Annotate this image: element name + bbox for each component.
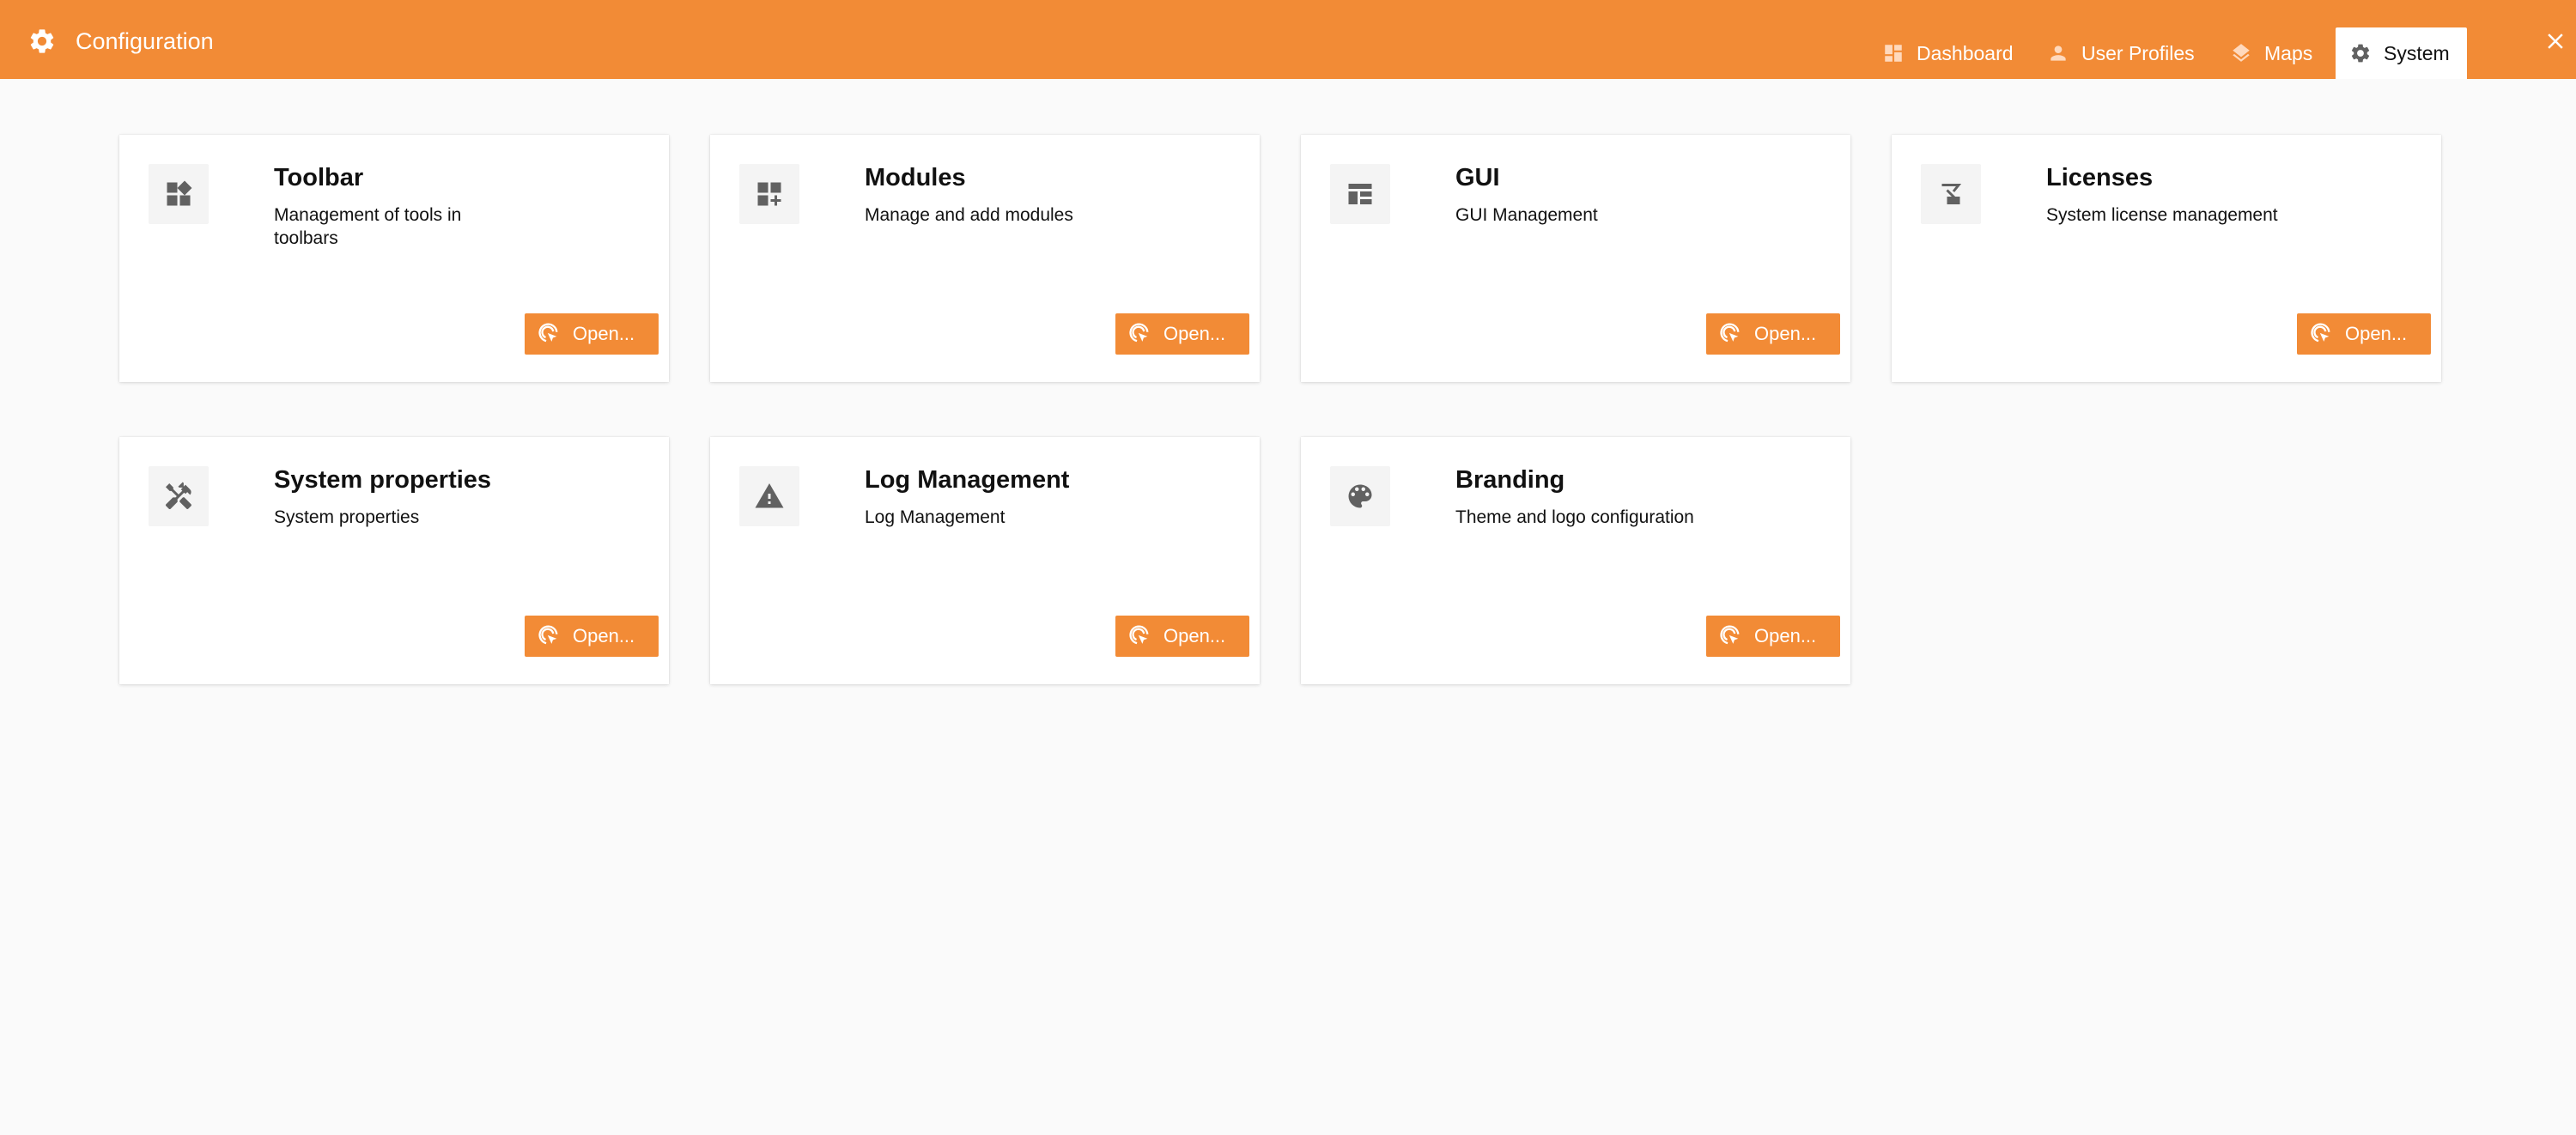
user-icon — [2050, 46, 2066, 61]
license-icon — [1941, 184, 1962, 204]
open-button[interactable]: Open... — [525, 313, 659, 355]
palette-icon — [1348, 484, 1372, 508]
card-title: Branding — [1455, 466, 1565, 494]
click-icon — [1129, 323, 1149, 343]
click-icon — [1720, 323, 1740, 343]
tab-user-profiles[interactable]: User Profiles — [2047, 27, 2195, 79]
open-button[interactable]: Open... — [1706, 616, 1840, 657]
card-modules: Modules Manage and add modules Open... — [710, 135, 1260, 382]
card-gui: GUI GUI Management Open... — [1301, 135, 1850, 382]
card-title: GUI — [1455, 164, 1500, 191]
close-button[interactable] — [2543, 28, 2568, 54]
card-description: GUI Management — [1455, 205, 1598, 225]
app-header: Configuration Dashboard User Profiles Ma… — [0, 0, 2576, 79]
layout-icon — [1348, 184, 1372, 204]
card-system-properties: System properties System properties Open… — [119, 437, 669, 684]
tools-icon — [166, 482, 191, 510]
add-module-icon — [757, 182, 781, 206]
tab-label: System — [2384, 41, 2450, 64]
click-icon — [1129, 625, 1149, 645]
card-toolbar: Toolbar Management of tools in toolbars … — [119, 135, 669, 382]
gear-icon — [2351, 44, 2370, 63]
dashboard-icon — [1885, 45, 1902, 62]
open-button[interactable]: Open... — [1706, 313, 1840, 355]
click-icon — [2311, 323, 2330, 343]
open-button[interactable]: Open... — [1115, 616, 1249, 657]
click-icon — [538, 625, 558, 645]
open-button-label: Open... — [1754, 323, 1817, 344]
open-button-label: Open... — [1754, 625, 1817, 646]
open-button-label: Open... — [573, 323, 635, 344]
click-icon — [1720, 625, 1740, 645]
card-description: System properties — [274, 507, 420, 527]
tab-label: User Profiles — [2081, 41, 2195, 64]
open-button[interactable]: Open... — [525, 616, 659, 657]
widgets-icon — [167, 180, 192, 206]
open-button-label: Open... — [1163, 625, 1226, 646]
card-description: Manage and add modules — [865, 205, 1073, 225]
card-title: Modules — [865, 164, 966, 191]
card-title: Log Management — [865, 466, 1070, 494]
tab-system[interactable]: System — [2336, 27, 2467, 79]
nav-tabs: Dashboard User Profiles Maps System — [0, 27, 2576, 79]
warning-icon — [755, 483, 784, 508]
card-licenses: Licenses System license management Open.… — [1892, 135, 2441, 382]
layers-icon — [2233, 44, 2250, 62]
tab-label: Dashboard — [1917, 41, 2014, 64]
card-title: System properties — [274, 466, 492, 494]
card-log-management: Log Management Log Management Open... — [710, 437, 1260, 684]
close-icon — [2548, 33, 2563, 49]
click-icon — [538, 323, 558, 343]
tab-maps[interactable]: Maps — [2230, 27, 2312, 79]
open-button[interactable]: Open... — [2297, 313, 2431, 355]
open-button-label: Open... — [573, 625, 635, 646]
card-description: Log Management — [865, 507, 1005, 527]
tab-dashboard[interactable]: Dashboard — [1882, 27, 2014, 79]
card-branding: Branding Theme and logo configuration Op… — [1301, 437, 1850, 684]
card-title: Toolbar — [274, 164, 364, 191]
card-description: Theme and logo configuration — [1455, 507, 1694, 527]
open-button-label: Open... — [1163, 323, 1226, 344]
tab-label: Maps — [2264, 41, 2313, 64]
card-description: System license management — [2046, 205, 2278, 225]
open-button[interactable]: Open... — [1115, 313, 1249, 355]
card-title: Licenses — [2046, 164, 2154, 191]
card-description: Management of tools in toolbars — [274, 205, 462, 248]
open-button-label: Open... — [2345, 323, 2408, 344]
